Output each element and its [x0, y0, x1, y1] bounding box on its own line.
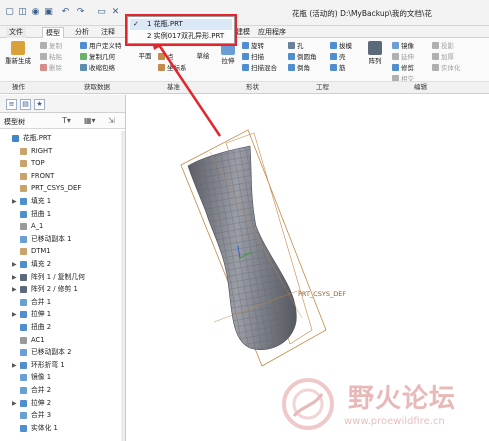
watermark-title: 野火论坛 — [348, 384, 457, 414]
csys-label: PRT_CSYS_DEF — [298, 290, 347, 298]
vase-facets — [188, 146, 297, 350]
watermark-url: www.proewildfire.cn — [344, 416, 445, 427]
highlight-box — [125, 14, 237, 46]
annotation-arrow — [155, 41, 222, 137]
watermark: 野火论坛 www.proewildfire.cn — [278, 372, 478, 434]
forum-logo-icon — [282, 378, 334, 430]
